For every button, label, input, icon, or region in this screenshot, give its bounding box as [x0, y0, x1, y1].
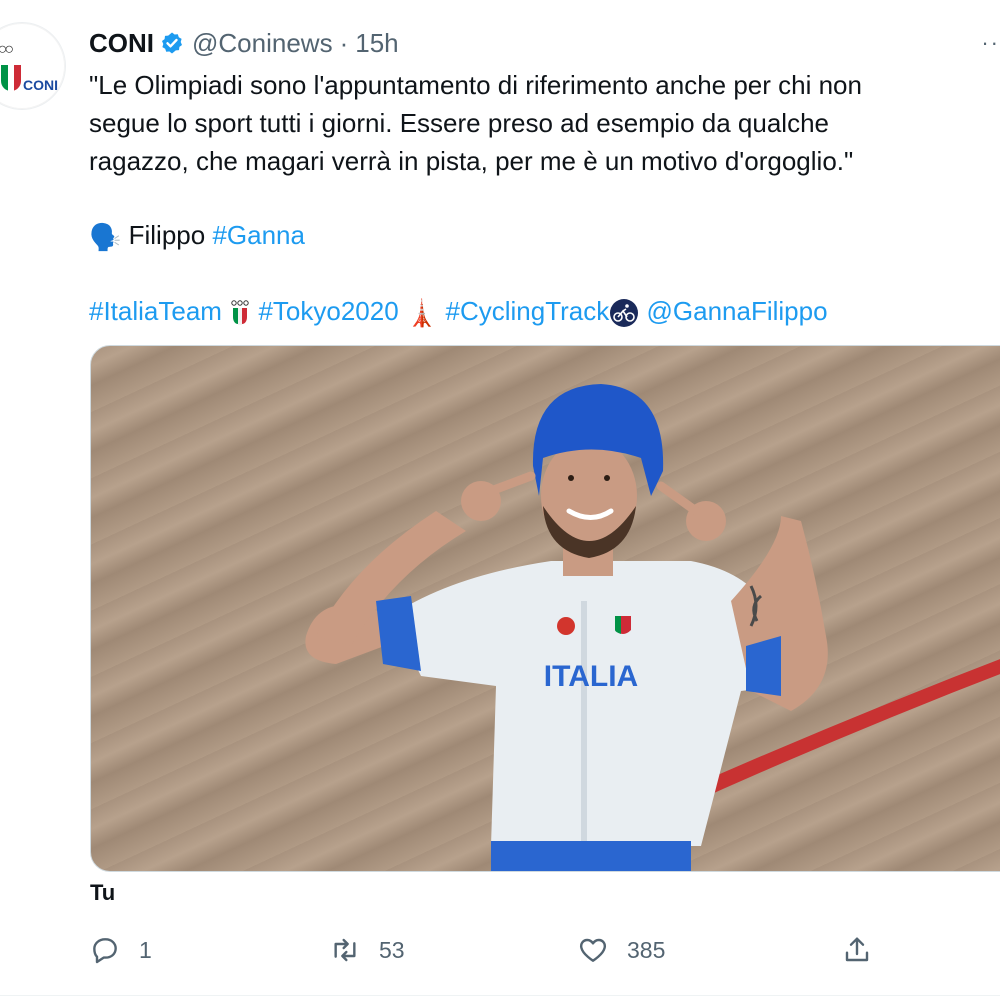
- separator: ·: [339, 27, 349, 58]
- heart-icon: [579, 938, 607, 962]
- share-button[interactable]: [841, 930, 873, 970]
- italy-shield-icon: [1, 65, 21, 91]
- tweet-text: "Le Olimpiadi sono l'appuntamento di rif…: [89, 66, 989, 332]
- timestamp[interactable]: 15h: [355, 28, 398, 59]
- cyclist-photo-illustration: ITALIA: [305, 384, 1000, 871]
- reply-count: 1: [139, 936, 152, 963]
- hashtag-ganna[interactable]: #Ganna: [212, 220, 305, 250]
- tokyo-tower-icon: 🗼: [405, 298, 439, 329]
- author-avatar[interactable]: ○○○ CONI: [0, 22, 66, 110]
- share-icon: [845, 937, 869, 962]
- mention-gannafilippo[interactable]: @GannaFilippo: [647, 296, 828, 326]
- hashtags-line: #ItaliaTeam #Tokyo2020 🗼 #CyclingTrack @…: [89, 292, 989, 332]
- speaker-name: Filippo: [128, 220, 206, 250]
- tweet-header: CONI @Coninews · 15h: [89, 26, 399, 60]
- author-handle[interactable]: @Coninews: [192, 28, 333, 59]
- text-line-2: segue lo sport tutti i giorni. Essere pr…: [89, 108, 829, 138]
- hashtag-tokyo2020[interactable]: #Tokyo2020: [258, 296, 398, 326]
- speaker-line: 🗣️ Filippo #Ganna: [89, 216, 989, 256]
- tweet-actions: 1 53 385: [89, 930, 1000, 970]
- hashtag-italiateam[interactable]: #ItaliaTeam: [89, 296, 222, 326]
- like-button[interactable]: 385: [577, 930, 665, 970]
- hashtag-cyclingtrack[interactable]: #CyclingTrack: [446, 296, 610, 326]
- verified-badge-icon: [162, 32, 182, 54]
- retweet-icon: [334, 938, 356, 962]
- italy-team-shield-icon: [231, 300, 249, 326]
- text-line-1: "Le Olimpiadi sono l'appuntamento di rif…: [89, 70, 862, 100]
- reply-icon: [93, 938, 117, 964]
- like-count: 385: [627, 936, 666, 963]
- reply-button[interactable]: 1: [89, 930, 152, 970]
- tagged-user[interactable]: Tu: [90, 880, 115, 906]
- text-line-3: ragazzo, che magari verrà in pista, per …: [89, 146, 854, 176]
- divider: [0, 995, 1000, 996]
- speaking-head-icon: 🗣️: [89, 222, 122, 253]
- olympic-rings-icon: ○○○: [0, 41, 14, 58]
- cycling-icon: [610, 299, 639, 328]
- author-name[interactable]: CONI: [89, 28, 154, 59]
- tweet-photo[interactable]: ITALIA: [90, 345, 1000, 872]
- jersey-text: ITALIA: [544, 660, 638, 693]
- retweet-count: 53: [379, 936, 405, 963]
- more-options-icon[interactable]: ··: [981, 30, 1000, 56]
- avatar-logo-text: CONI: [23, 77, 58, 93]
- retweet-button[interactable]: 53: [329, 930, 405, 970]
